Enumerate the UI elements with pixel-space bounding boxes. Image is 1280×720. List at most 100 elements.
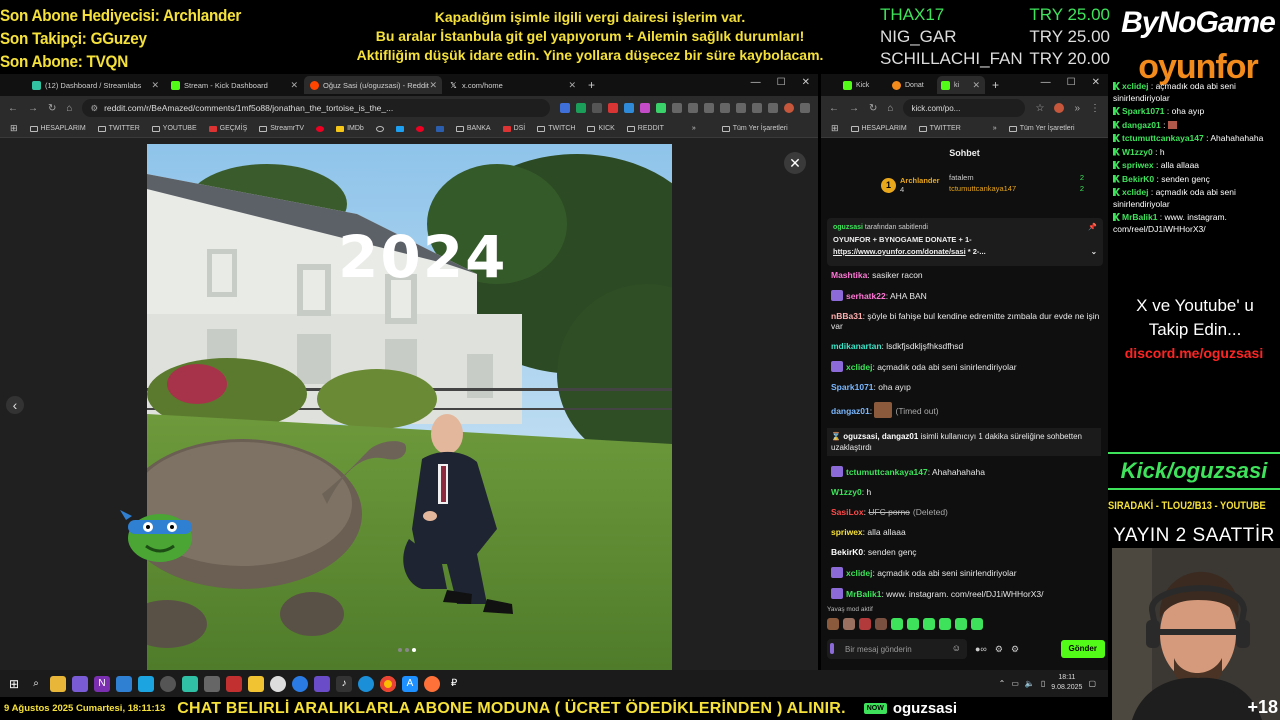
tab-streamlabs[interactable]: (12) Dashboard / Streamlabs ✕ — [26, 76, 164, 94]
firefox-icon[interactable] — [424, 675, 440, 692]
app-icon[interactable] — [116, 675, 132, 692]
emote-icon[interactable] — [907, 618, 919, 630]
top-gifter-first[interactable]: 1 Archlander 4 — [881, 176, 940, 194]
reload-icon[interactable]: ↻ — [48, 103, 56, 114]
bookmark-folder[interactable]: TWITTER — [97, 125, 140, 132]
bookmark-link[interactable] — [395, 125, 404, 132]
chat-username[interactable]: Mashtika — [831, 270, 867, 280]
profile-avatar-icon[interactable] — [1054, 103, 1065, 113]
history-icon[interactable] — [704, 103, 714, 113]
app-icon[interactable]: ₽ — [446, 676, 462, 692]
maximize-icon[interactable]: ☐ — [1067, 77, 1076, 88]
close-tab-icon[interactable]: ✕ — [151, 80, 159, 91]
chat-username[interactable]: SasiLox — [831, 507, 864, 517]
tab-kick-dashboard[interactable]: Stream - Kick Dashboard ✕ — [165, 76, 303, 94]
close-window-icon[interactable]: ✕ — [802, 77, 810, 88]
camera-icon[interactable] — [204, 675, 220, 692]
all-bookmarks-folder[interactable]: Tüm Yer İşaretleri — [721, 125, 788, 132]
app-icon[interactable] — [160, 675, 176, 692]
maximize-icon[interactable]: ☐ — [777, 77, 786, 88]
close-window-icon[interactable]: ✕ — [1092, 77, 1100, 88]
apps-grid-icon[interactable]: ⊞ — [10, 123, 18, 134]
notifications-icon[interactable]: ▢ — [1088, 679, 1096, 688]
extension-icon[interactable] — [624, 103, 634, 113]
bookmark-link[interactable] — [415, 125, 424, 132]
emote-icon[interactable] — [923, 618, 935, 630]
download-icon[interactable] — [720, 103, 730, 113]
obs-icon[interactable] — [270, 675, 286, 692]
bookmark-folder[interactable]: HESAPLARIM — [850, 125, 907, 132]
chat-username[interactable]: BekirK0 — [831, 547, 863, 557]
chevron-down-icon[interactable]: ⌄ — [1091, 246, 1097, 258]
app-icon[interactable]: ♪ — [336, 675, 352, 692]
chat-username[interactable]: mdikanartan — [831, 341, 882, 351]
send-button[interactable]: Gönder — [1060, 640, 1105, 658]
emoji-icon[interactable]: ☺ — [952, 643, 961, 653]
bookmark-folder[interactable]: DSİ — [502, 125, 525, 132]
chat-username[interactable]: xclidej — [846, 362, 872, 372]
chat-username[interactable]: dangaz01 — [831, 406, 870, 416]
bookmark-link[interactable]: GEÇMİŞ — [208, 125, 247, 132]
extension-icon[interactable] — [592, 103, 602, 113]
pinned-link[interactable]: https://www.oyunfor.com/donate/sasi — [833, 247, 966, 256]
forward-arrow-icon[interactable]: → — [28, 103, 38, 114]
extensions-puzzle-icon[interactable] — [672, 103, 682, 113]
previous-image-button[interactable]: ‹ — [6, 396, 24, 414]
extension-icon[interactable] — [608, 103, 618, 113]
gifter-row[interactable]: fatalem 2 — [949, 172, 1084, 183]
back-arrow-icon[interactable]: ← — [8, 103, 18, 114]
emote-icon[interactable] — [827, 618, 839, 630]
file-explorer-icon[interactable] — [50, 675, 66, 692]
emote-icon[interactable] — [891, 618, 903, 630]
back-arrow-icon[interactable]: ← — [829, 103, 839, 114]
volume-icon[interactable]: 🔈 — [1025, 679, 1035, 688]
gear-alt-icon[interactable]: ⚙ — [1011, 644, 1019, 655]
screenshot-icon[interactable] — [752, 103, 762, 113]
bookmark-link[interactable] — [375, 125, 384, 132]
new-tab-button[interactable]: + — [992, 78, 999, 92]
minimize-icon[interactable]: — — [1041, 77, 1051, 88]
home-icon[interactable]: ⌂ — [66, 103, 72, 114]
settings-gear-icon[interactable]: ⚙ — [995, 644, 1003, 655]
new-tab-button[interactable]: + — [588, 78, 595, 92]
bookmark-folder[interactable]: REDDIT — [626, 125, 664, 132]
app-icon[interactable]: A — [402, 675, 418, 692]
emote-icon[interactable] — [955, 618, 967, 630]
bookmarks-overflow-button[interactable]: » — [993, 125, 997, 132]
bookmarks-overflow-button[interactable]: » — [692, 125, 696, 132]
close-lightbox-button[interactable]: ✕ — [784, 152, 806, 174]
emote-icon[interactable] — [971, 618, 983, 630]
app-icon[interactable] — [182, 675, 198, 692]
all-bookmarks-folder[interactable]: Tüm Yer İşaretleri — [1008, 125, 1075, 132]
bookmark-link[interactable] — [316, 125, 325, 132]
pin-icon[interactable]: 📌 — [1088, 222, 1097, 234]
trash-icon[interactable] — [736, 103, 746, 113]
bookmark-folder[interactable]: YOUTUBE — [151, 125, 197, 132]
gifter-row[interactable]: tctumuttcankaya147 2 — [949, 183, 1084, 194]
bookmark-folder[interactable]: BANKA — [455, 125, 491, 132]
close-tab-icon[interactable]: ✕ — [290, 80, 298, 91]
tab-donate[interactable]: Donat — [888, 76, 936, 94]
app-icon[interactable] — [314, 675, 330, 692]
chrome-icon[interactable] — [380, 675, 396, 692]
menu-dots-icon[interactable]: ⋮ — [1090, 103, 1100, 114]
bookmark-link[interactable]: IMDb — [336, 125, 364, 132]
chat-message-input[interactable]: Bir mesaj gönderin ☺ — [827, 639, 967, 659]
extension-icon[interactable] — [656, 103, 666, 113]
tab-x[interactable]: 𝕏x.com/home ✕ — [443, 76, 581, 94]
extension-icon[interactable] — [576, 103, 586, 113]
extension-icon[interactable] — [560, 103, 570, 113]
tab-reddit[interactable]: Oğuz Sasi (u/oguzsasi) - Reddit ✕ — [304, 76, 442, 94]
address-bar[interactable]: ⚙ reddit.com/r/BeAmazed/comments/1mf5o88/… — [82, 99, 550, 117]
close-tab-icon[interactable]: ✕ — [568, 80, 576, 91]
apps-grid-icon[interactable]: ⊞ — [831, 123, 839, 134]
gallery-dot-active[interactable] — [412, 648, 416, 652]
chevron-up-icon[interactable]: ⌃ — [999, 679, 1006, 688]
minimize-icon[interactable]: — — [751, 77, 761, 88]
reload-icon[interactable]: ↻ — [869, 103, 877, 114]
emote-icon[interactable] — [875, 618, 887, 630]
users-icon[interactable]: ●∞ — [975, 644, 987, 654]
edge-icon[interactable] — [358, 675, 374, 692]
home-icon[interactable]: ⌂ — [887, 103, 893, 114]
chat-username[interactable]: W1zzy0 — [831, 487, 862, 497]
